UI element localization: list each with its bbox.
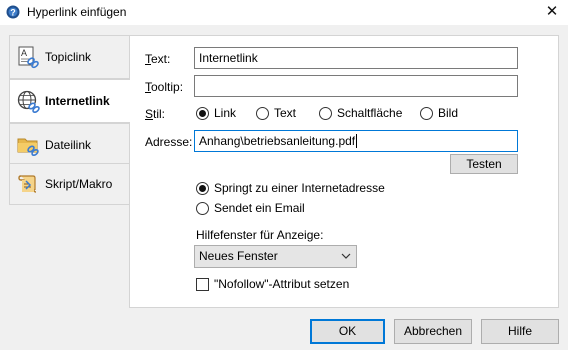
radio-indicator — [256, 106, 269, 120]
hilfe-button[interactable]: Hilfe — [481, 319, 559, 344]
nofollow-checkbox[interactable]: "Nofollow"-Attribut setzen — [196, 277, 349, 291]
tab-topiclink[interactable]: A Topiclink — [9, 35, 129, 79]
adresse-value: Anhang\betriebsanleitung.pdf — [199, 134, 356, 148]
stil-radio-link[interactable]: Link — [196, 106, 236, 120]
stil-radio-text[interactable]: Text — [256, 106, 296, 120]
script-icon — [18, 175, 37, 193]
radio-indicator — [196, 201, 209, 215]
radio-indicator — [196, 181, 209, 195]
text-cursor — [356, 134, 358, 148]
topic-link-icon: A — [18, 46, 39, 69]
stil-label: Stil: — [145, 107, 166, 121]
radio-email[interactable]: Sendet ein Email — [196, 201, 305, 215]
tab-internetlink[interactable]: Internetlink — [9, 79, 130, 123]
radio-label: Springt zu einer Internetadresse — [214, 181, 385, 195]
radio-indicator — [196, 106, 209, 120]
radio-indicator — [319, 106, 332, 120]
hilfefenster-select[interactable]: Neues Fenster — [194, 245, 357, 268]
tab-label: Dateilink — [45, 138, 92, 152]
radio-label: Link — [214, 106, 237, 120]
adresse-label: Adresse: — [145, 135, 193, 149]
tab-label: Internetlink — [45, 94, 110, 108]
adresse-input[interactable]: Anhang\betriebsanleitung.pdf — [194, 130, 518, 152]
window-title: Hyperlink einfügen — [27, 5, 127, 19]
tooltip-input[interactable] — [194, 75, 518, 97]
radio-internetadresse[interactable]: Springt zu einer Internetadresse — [196, 181, 385, 195]
radio-label: Schaltfläche — [337, 106, 403, 120]
radio-indicator — [420, 106, 433, 120]
radio-label: Sendet ein Email — [214, 201, 305, 215]
svg-text:A: A — [21, 48, 27, 58]
close-button[interactable]: ✕ — [542, 2, 562, 22]
radio-label: Bild — [438, 106, 459, 120]
tooltip-label: Tooltip: — [145, 80, 184, 94]
stil-radio-bild[interactable]: Bild — [420, 106, 458, 120]
text-label: Text: — [145, 52, 171, 66]
hilfefenster-label: Hilfefenster für Anzeige: — [196, 228, 324, 242]
chevron-down-icon — [341, 253, 351, 259]
text-input[interactable]: Internetlink — [194, 47, 518, 69]
tab-label: Topiclink — [45, 50, 92, 64]
stil-radio-schaltflaeche[interactable]: Schaltfläche — [319, 106, 402, 120]
tab-skript-makro[interactable]: Skript/Makro — [9, 163, 129, 205]
folder-link-icon — [17, 138, 39, 157]
globe-link-icon — [17, 90, 40, 113]
hilfefenster-value: Neues Fenster — [199, 249, 278, 263]
testen-button[interactable]: Testen — [450, 154, 518, 174]
help-app-icon: ? — [6, 5, 20, 19]
svg-text:?: ? — [10, 8, 16, 18]
abbrechen-button[interactable]: Abbrechen — [394, 319, 472, 344]
checkbox-indicator — [196, 277, 209, 291]
tab-dateilink[interactable]: Dateilink — [9, 123, 129, 167]
tab-label: Skript/Makro — [45, 177, 113, 191]
nofollow-label: "Nofollow"-Attribut setzen — [214, 277, 350, 291]
ok-button[interactable]: OK — [310, 319, 385, 344]
radio-label: Text — [274, 106, 297, 120]
